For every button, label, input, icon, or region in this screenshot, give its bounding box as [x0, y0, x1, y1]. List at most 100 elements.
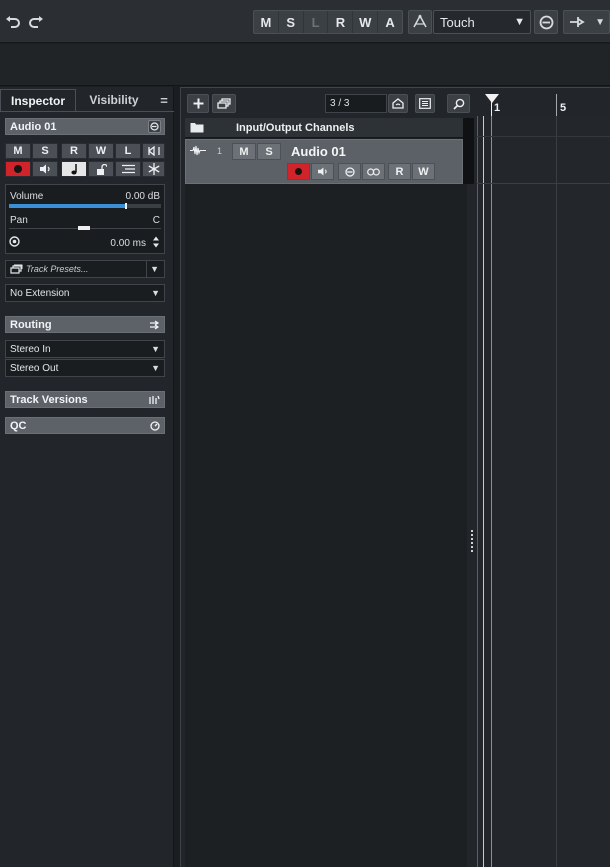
track-record-enable-button[interactable] — [287, 163, 310, 180]
undo-icon[interactable] — [4, 13, 20, 31]
inspector-track-name[interactable]: Audio 01 — [5, 118, 165, 135]
redo-icon[interactable] — [28, 13, 44, 31]
speaker-icon — [39, 164, 50, 174]
track-presets-field[interactable]: Track Presets... — [5, 260, 146, 278]
track-versions-title: Track Versions — [10, 393, 88, 406]
lock-button[interactable]: L — [115, 143, 141, 159]
automation-mode-select[interactable]: Touch ▼ — [433, 10, 531, 34]
left-zone-tabs: Inspector Visibility = — [0, 87, 174, 111]
automation-panel-button[interactable] — [408, 10, 432, 34]
track-list-toolbar: 3 / 3 — [181, 88, 477, 116]
routing-output-select[interactable]: Stereo Out ▼ — [5, 359, 165, 377]
folder-track-lane-line — [477, 136, 610, 137]
global-mute-button[interactable]: M — [254, 11, 279, 33]
add-track-preset-button[interactable] — [212, 94, 236, 113]
chevron-down-icon: ▼ — [514, 16, 525, 28]
audio-waveform-icon — [190, 145, 206, 156]
lock-open-icon — [96, 163, 107, 175]
monitor-button[interactable] — [32, 161, 58, 177]
tab-inspector[interactable]: Inspector — [0, 89, 76, 111]
qc-section-header[interactable]: QC — [5, 417, 165, 434]
routing-input-select[interactable]: Stereo In ▼ — [5, 340, 165, 358]
chevron-down-icon: ▼ — [151, 344, 160, 354]
track-edit-channel-button[interactable] — [338, 163, 361, 180]
routing-input-value: Stereo In — [10, 343, 51, 355]
track-preset-icon — [216, 98, 231, 109]
track-preset-icon — [10, 264, 23, 274]
automation-state-buttons: M S L R W A — [253, 10, 403, 34]
timeline-ruler[interactable]: 1 5 — [477, 88, 610, 116]
global-solo-button[interactable]: S — [279, 11, 304, 33]
record-icon — [14, 165, 22, 173]
musical-note-icon — [70, 163, 77, 174]
track-name[interactable]: Audio 01 — [291, 144, 346, 159]
top-toolbar: M S L R W A Touch ▼ ▼ — [0, 0, 610, 43]
read-automation-button[interactable]: R — [61, 143, 87, 159]
link-icon — [367, 167, 380, 176]
track-read-button[interactable]: R — [388, 163, 411, 180]
constrain-delay-button[interactable]: ▼ — [563, 10, 610, 34]
track-visibility-button[interactable] — [388, 94, 408, 113]
track-delay-icon[interactable] — [9, 236, 20, 247]
extension-value: No Extension — [10, 287, 70, 299]
track-solo-button[interactable]: S — [257, 143, 281, 160]
chevron-down-icon: ▼ — [151, 288, 160, 298]
folder-track[interactable]: Input/Output Channels — [185, 118, 463, 138]
record-enable-button[interactable] — [5, 161, 31, 177]
solo-button[interactable]: S — [32, 143, 58, 159]
track-versions-icon — [148, 393, 161, 406]
tab-divider — [0, 111, 174, 112]
track-list-options-button[interactable] — [415, 94, 435, 113]
edit-channel-icon[interactable] — [148, 120, 161, 133]
splitter-handle[interactable] — [471, 530, 474, 552]
volume-fader[interactable] — [9, 203, 161, 209]
extension-select[interactable]: No Extension ▼ — [5, 284, 165, 302]
track-versions-section-header[interactable]: Track Versions — [5, 391, 165, 408]
track-lanes-button[interactable] — [362, 163, 385, 180]
track-monitor-button[interactable] — [311, 163, 334, 180]
track-search-button[interactable] — [447, 94, 470, 113]
audio-track[interactable]: 1 M S Audio 01 R W — [185, 139, 463, 184]
global-write-button[interactable]: W — [353, 11, 379, 33]
write-automation-button[interactable]: W — [88, 143, 114, 159]
timebase-button[interactable] — [61, 161, 87, 177]
folder-track-name: Input/Output Channels — [236, 122, 355, 134]
delay-stepper-icon[interactable] — [152, 235, 160, 249]
add-track-button[interactable] — [187, 94, 209, 113]
mute-button[interactable]: M — [5, 143, 31, 159]
volume-value[interactable]: 0.00 dB — [126, 191, 160, 202]
track-presets-placeholder: Track Presets... — [26, 264, 89, 274]
tab-visibility[interactable]: Visibility — [78, 89, 150, 111]
track-write-button[interactable]: W — [412, 163, 435, 180]
record-icon — [295, 168, 302, 175]
routing-section-header[interactable]: Routing — [5, 316, 165, 333]
track-number: 1 — [217, 146, 223, 156]
lanes-button[interactable] — [115, 161, 141, 177]
pan-value[interactable]: C — [153, 215, 160, 226]
volume-label: Volume — [10, 191, 44, 202]
track-mute-button[interactable]: M — [232, 143, 256, 160]
lock-track-button[interactable] — [88, 161, 114, 177]
track-presets-dropdown[interactable]: ▼ — [146, 260, 165, 278]
edit-channel-button[interactable] — [534, 10, 558, 34]
house-icon — [392, 98, 404, 109]
ruler-bar-1-line — [491, 94, 492, 116]
event-display[interactable] — [471, 116, 610, 867]
route-icon — [570, 17, 585, 27]
plus-icon — [193, 98, 203, 109]
volume-fader-handle[interactable] — [124, 203, 127, 209]
ruler-bar-5-line — [556, 94, 557, 116]
left-zone: Inspector Visibility = Audio 01 M S R W … — [0, 87, 174, 867]
ruler-bar-5: 5 — [560, 102, 567, 114]
track-delay-value[interactable]: 0.00 ms — [110, 238, 146, 249]
left-zone-menu-button[interactable]: = — [157, 89, 171, 111]
pan-slider-handle[interactable] — [78, 226, 90, 230]
global-read-button[interactable]: R — [328, 11, 354, 33]
global-automation-button[interactable]: A — [378, 11, 402, 33]
freeze-button[interactable] — [142, 161, 165, 177]
bypass-icon[interactable] — [142, 143, 165, 159]
speaker-icon — [317, 167, 327, 176]
global-listen-button[interactable]: L — [304, 11, 329, 33]
qc-title: QC — [10, 419, 27, 432]
track-list: Input/Output Channels 1 M S Audio 01 R W — [185, 118, 474, 867]
